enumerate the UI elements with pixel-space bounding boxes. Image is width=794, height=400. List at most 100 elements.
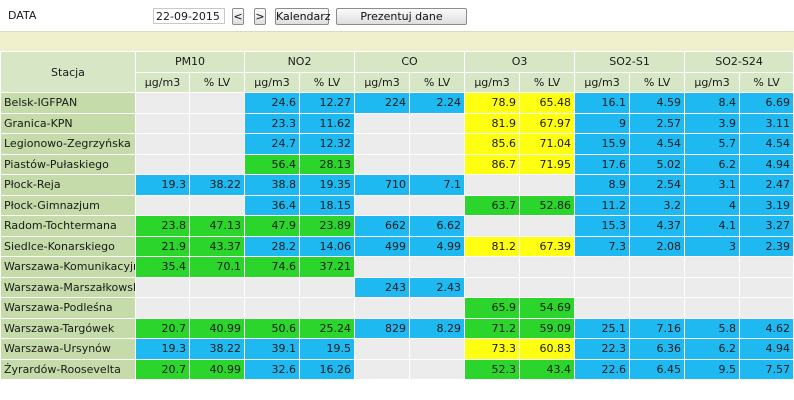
pollutant-header: O3 bbox=[464, 51, 576, 73]
percent-lv-cell: 37.21 bbox=[298, 256, 356, 278]
concentration-cell: 243 bbox=[354, 276, 411, 298]
present-data-button[interactable]: Prezentuj dane bbox=[336, 8, 467, 25]
concentration-cell: 52.3 bbox=[464, 358, 521, 380]
percent-lv-cell bbox=[189, 153, 245, 175]
concentration-cell: 5.7 bbox=[684, 133, 741, 155]
percent-lv-cell: 4.37 bbox=[629, 215, 686, 237]
percent-lv-cell: 2.43 bbox=[409, 276, 466, 298]
percent-lv-cell: 54.69 bbox=[519, 297, 576, 319]
unit-header: µg/m3 bbox=[464, 71, 521, 93]
percent-lv-cell bbox=[409, 153, 466, 175]
percent-lv-cell: 7.57 bbox=[739, 358, 794, 380]
percent-lv-cell: 19.5 bbox=[298, 338, 356, 360]
concentration-cell bbox=[135, 276, 190, 298]
concentration-cell: 35.4 bbox=[135, 256, 190, 278]
concentration-cell: 73.3 bbox=[464, 338, 521, 360]
station-name: Piastów-Pułaskiego bbox=[0, 153, 136, 175]
concentration-cell bbox=[244, 297, 300, 319]
percent-lv-cell: 5.02 bbox=[629, 153, 686, 175]
concentration-cell: 56.4 bbox=[244, 153, 300, 175]
concentration-cell bbox=[464, 174, 521, 196]
concentration-cell: 4.1 bbox=[684, 215, 741, 237]
concentration-cell bbox=[464, 215, 521, 237]
percent-lv-header: % LV bbox=[189, 71, 245, 93]
calendar-button[interactable]: Kalendarz bbox=[275, 8, 331, 25]
concentration-cell: 17.6 bbox=[574, 153, 631, 175]
table-row: Płock-Reja 19.3 38.22 38.8 19.35 710 7.1 8.9 2.5… bbox=[0, 174, 794, 196]
percent-lv-cell bbox=[409, 194, 466, 216]
concentration-cell: 38.8 bbox=[244, 174, 300, 196]
percent-lv-cell: 4.99 bbox=[409, 235, 466, 257]
station-name: Warszawa-Podleśna bbox=[0, 297, 136, 319]
percent-lv-cell: 6.45 bbox=[629, 358, 686, 380]
percent-lv-cell bbox=[298, 297, 356, 319]
station-name: Siedlce-Konarskiego bbox=[0, 235, 136, 257]
percent-lv-cell bbox=[739, 276, 794, 298]
percent-lv-cell: 8.29 bbox=[409, 317, 466, 339]
percent-lv-cell bbox=[409, 133, 466, 155]
station-name: Legionowo-Zegrzyńska bbox=[0, 133, 136, 155]
concentration-cell: 3 bbox=[684, 235, 741, 257]
concentration-cell: 63.7 bbox=[464, 194, 521, 216]
concentration-cell bbox=[684, 276, 741, 298]
concentration-cell: 19.3 bbox=[135, 338, 190, 360]
percent-lv-cell: 2.47 bbox=[739, 174, 794, 196]
percent-lv-cell: 2.39 bbox=[739, 235, 794, 257]
percent-lv-cell bbox=[189, 92, 245, 114]
station-column-header: Stacja bbox=[0, 51, 136, 93]
next-day-button[interactable]: > bbox=[254, 8, 266, 25]
concentration-cell bbox=[244, 276, 300, 298]
concentration-cell bbox=[684, 297, 741, 319]
percent-lv-cell bbox=[189, 112, 245, 134]
concentration-cell: 24.6 bbox=[244, 92, 300, 114]
table-row: Warszawa-Komunikacyjna 35.4 70.1 74.6 37.21 bbox=[0, 256, 794, 278]
station-name: Warszawa-Targówek bbox=[0, 317, 136, 339]
header-spacer bbox=[0, 32, 794, 51]
concentration-cell bbox=[135, 112, 190, 134]
concentration-cell: 22.3 bbox=[574, 338, 631, 360]
percent-lv-cell: 67.97 bbox=[519, 112, 576, 134]
concentration-cell bbox=[354, 358, 411, 380]
percent-lv-cell: 43.37 bbox=[189, 235, 245, 257]
date-input[interactable]: 22-09-2015 bbox=[153, 8, 225, 24]
table-row: Warszawa-Targówek 20.7 40.99 50.6 25.24 829 8.… bbox=[0, 317, 794, 339]
concentration-cell: 19.3 bbox=[135, 174, 190, 196]
percent-lv-cell: 67.39 bbox=[519, 235, 576, 257]
percent-lv-cell: 60.83 bbox=[519, 338, 576, 360]
concentration-cell: 9.5 bbox=[684, 358, 741, 380]
station-name: Płock-Reja bbox=[0, 174, 136, 196]
percent-lv-cell bbox=[409, 358, 466, 380]
percent-lv-cell: 70.1 bbox=[189, 256, 245, 278]
percent-lv-cell bbox=[739, 256, 794, 278]
percent-lv-cell: 6.69 bbox=[739, 92, 794, 114]
concentration-cell: 6.2 bbox=[684, 338, 741, 360]
percent-lv-cell: 12.27 bbox=[298, 92, 356, 114]
percent-lv-cell bbox=[629, 276, 686, 298]
table-row: Belsk-IGFPAN 24.6 12.27 224 2.24 78.9 65.48 16.… bbox=[0, 92, 794, 114]
percent-lv-cell: 40.99 bbox=[189, 358, 245, 380]
percent-lv-cell: 2.08 bbox=[629, 235, 686, 257]
pollutant-header: PM10 bbox=[135, 51, 245, 73]
percent-lv-header: % LV bbox=[409, 71, 466, 93]
percent-lv-header: % LV bbox=[739, 71, 794, 93]
table-row: Radom-Tochtermana 23.8 47.13 47.9 23.89 662 6.… bbox=[0, 215, 794, 237]
station-name: Belsk-IGFPAN bbox=[0, 92, 136, 114]
concentration-cell: 11.2 bbox=[574, 194, 631, 216]
percent-lv-cell: 3.27 bbox=[739, 215, 794, 237]
table-row: Legionowo-Zegrzyńska 24.7 12.32 85.6 71.04 15… bbox=[0, 133, 794, 155]
concentration-cell: 81.2 bbox=[464, 235, 521, 257]
percent-lv-cell bbox=[409, 338, 466, 360]
concentration-cell: 5.8 bbox=[684, 317, 741, 339]
header-row-pollutants: Stacja PM10 NO2 CO O3 SO2-S1 SO2-S24 bbox=[0, 51, 794, 93]
previous-day-button[interactable]: < bbox=[232, 8, 244, 25]
concentration-cell bbox=[354, 338, 411, 360]
concentration-cell: 4 bbox=[684, 194, 741, 216]
concentration-cell: 47.9 bbox=[244, 215, 300, 237]
station-name: Warszawa-Ursynów bbox=[0, 338, 136, 360]
percent-lv-cell bbox=[409, 297, 466, 319]
concentration-cell: 23.3 bbox=[244, 112, 300, 134]
concentration-cell: 710 bbox=[354, 174, 411, 196]
percent-lv-cell: 59.09 bbox=[519, 317, 576, 339]
percent-lv-cell: 4.94 bbox=[739, 338, 794, 360]
station-name: Radom-Tochtermana bbox=[0, 215, 136, 237]
